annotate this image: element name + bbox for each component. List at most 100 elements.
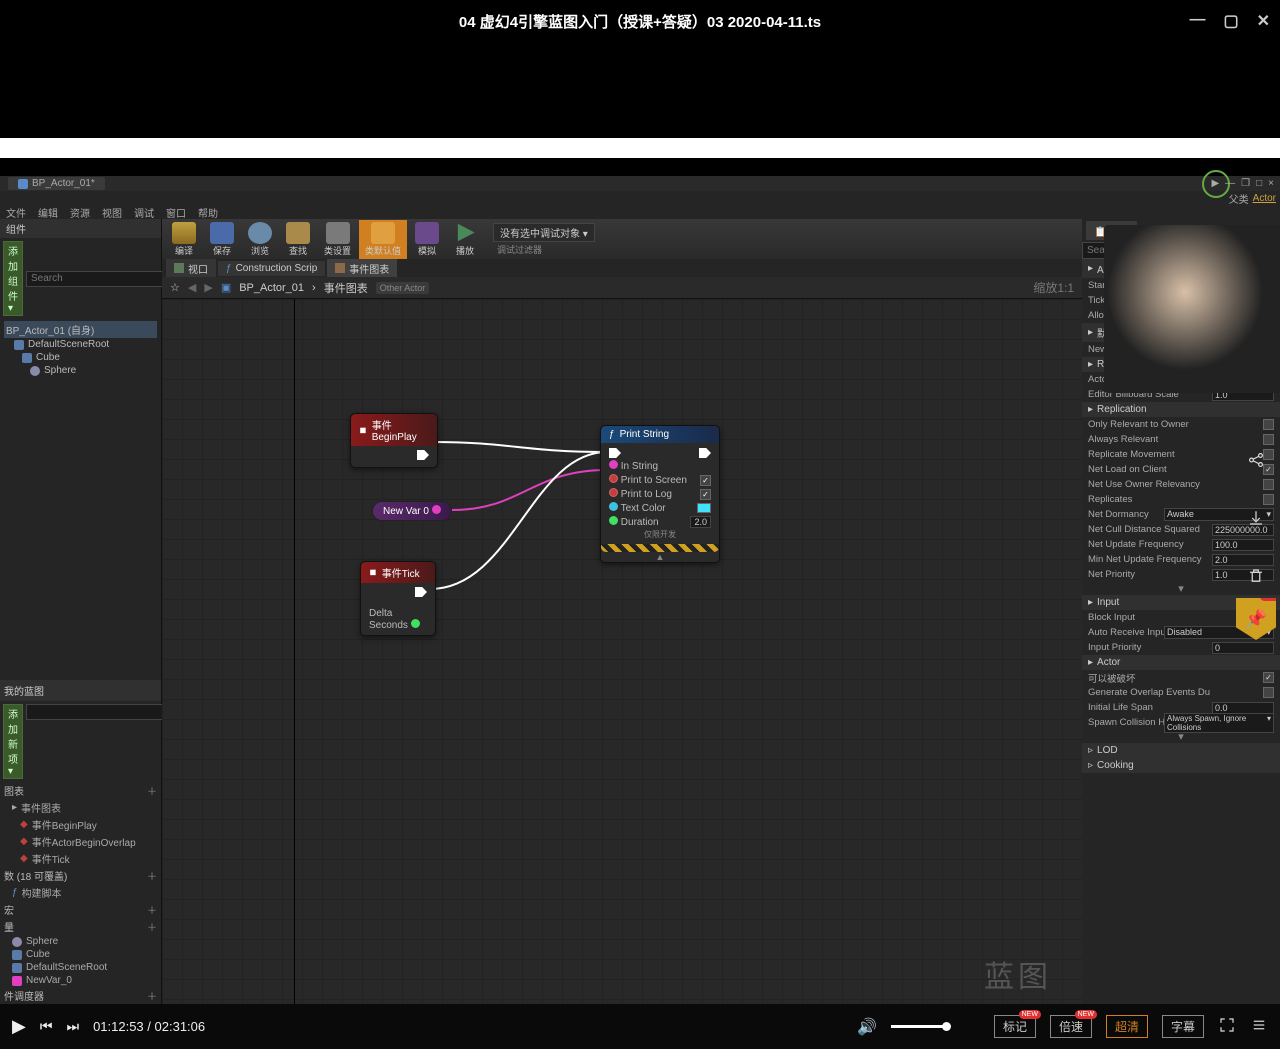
mark-button[interactable]: NEW标记 — [994, 1015, 1036, 1038]
var-cube[interactable]: Cube — [0, 948, 161, 961]
parent-class-link[interactable]: Actor — [1253, 193, 1276, 204]
nav-fav-icon[interactable]: ☆ — [170, 281, 180, 294]
debug-object-dropdown[interactable]: 没有选中调试对象 ▾ — [493, 223, 595, 242]
playlist-button[interactable] — [1250, 1016, 1268, 1037]
share-button[interactable] — [1238, 442, 1274, 478]
component-root[interactable]: BP_Actor_01 (自身) — [4, 321, 157, 338]
string-pin[interactable] — [609, 460, 618, 469]
delete-button[interactable] — [1238, 558, 1274, 594]
checkbox[interactable] — [1263, 687, 1274, 698]
add-function-icon[interactable]: ＋ — [147, 868, 157, 883]
simulate-button[interactable]: 模拟 — [409, 220, 445, 259]
macros-category[interactable]: 宏＋ — [0, 901, 161, 918]
section-lod[interactable]: ▹ LOD — [1082, 743, 1280, 758]
collapse-icon[interactable]: ▲ — [601, 552, 719, 562]
inner-restore-icon[interactable]: ❐ — [1241, 178, 1250, 189]
event-overlap-item[interactable]: ◆事件ActorBeginOverlap — [0, 833, 161, 850]
myblueprint-search[interactable] — [26, 704, 168, 720]
browse-button[interactable]: 浏览 — [242, 220, 278, 259]
node-beginplay[interactable]: ◆事件BeginPlay — [350, 413, 438, 468]
duration-field[interactable]: 2.0 — [690, 516, 711, 528]
node-printstring[interactable]: ƒPrint String In String Print to Screen✓… — [600, 425, 720, 563]
maximize-icon[interactable]: ▢ — [1223, 11, 1238, 31]
fullscreen-button[interactable] — [1218, 1016, 1236, 1037]
construction-script-item[interactable]: ƒ构建脚本 — [0, 884, 161, 901]
node-tick[interactable]: ◆事件Tick Delta Seconds — [360, 561, 436, 636]
checkbox[interactable] — [1263, 419, 1274, 430]
functions-category[interactable]: 数 (18 可覆盖)＋ — [0, 867, 161, 884]
exec-out-pin[interactable] — [699, 448, 711, 458]
section-replication[interactable]: ▸ Replication — [1082, 402, 1280, 417]
menu-debug[interactable]: 调试 — [134, 205, 154, 220]
subtitle-button[interactable]: 字幕 — [1162, 1015, 1204, 1038]
dispatchers-category[interactable]: 件调度器＋ — [0, 987, 161, 1004]
float-out-pin[interactable] — [411, 619, 420, 628]
volume-icon[interactable]: 🔊 — [857, 1017, 877, 1037]
exec-out-pin[interactable] — [415, 587, 427, 597]
download-button[interactable] — [1238, 500, 1274, 536]
find-button[interactable]: 查找 — [280, 220, 316, 259]
add-component-button[interactable]: 添加组件 ▾ — [3, 241, 23, 316]
component-cube[interactable]: Cube — [4, 351, 157, 364]
menu-edit[interactable]: 编辑 — [38, 205, 58, 220]
graphs-category[interactable]: 图表＋ — [0, 782, 161, 799]
event-tick-item[interactable]: ◆事件Tick — [0, 850, 161, 867]
inner-minimize-icon[interactable]: — — [1225, 178, 1235, 189]
exec-in-pin[interactable] — [609, 448, 621, 458]
menu-view[interactable]: 视图 — [102, 205, 122, 220]
var-scene-root[interactable]: DefaultSceneRoot — [0, 961, 161, 974]
variables-category[interactable]: 量＋ — [0, 918, 161, 935]
inner-close-icon[interactable]: × — [1268, 178, 1274, 189]
play-button[interactable]: 播放 — [447, 220, 483, 259]
component-sphere[interactable]: Sphere — [4, 364, 157, 377]
color-pin[interactable] — [609, 502, 618, 511]
float-pin[interactable] — [609, 516, 618, 525]
minimize-icon[interactable]: — — [1189, 11, 1205, 31]
checkbox[interactable]: ✓ — [700, 489, 711, 500]
compile-button[interactable]: 编译 — [166, 220, 202, 259]
var-out-pin[interactable] — [432, 505, 441, 514]
prev-button[interactable]: ⏮ — [40, 1018, 53, 1035]
menu-asset[interactable]: 资源 — [70, 205, 90, 220]
color-swatch[interactable] — [697, 503, 711, 513]
var-newvar[interactable]: NewVar_0 — [0, 974, 161, 987]
tab-construction[interactable]: ƒConstruction Scrip — [218, 261, 325, 276]
class-defaults-button[interactable]: 类默认值 — [359, 220, 407, 259]
save-button[interactable]: 保存 — [204, 220, 240, 259]
component-scene-root[interactable]: DefaultSceneRoot — [4, 338, 157, 351]
volume-slider[interactable] — [891, 1025, 946, 1028]
event-graph-item[interactable]: ▸ 事件图表 — [0, 799, 161, 816]
checkbox[interactable]: ✓ — [1263, 672, 1274, 683]
next-button[interactable]: ⏭ — [66, 1018, 79, 1035]
play-pause-button[interactable]: ▶ — [12, 1016, 26, 1037]
breadcrumb-graph[interactable]: 事件图表 — [324, 280, 368, 296]
video-viewport[interactable]: BP_Actor_01* ▶ — ❐ □ × 父类 Actor 文件 编辑 资源 — [0, 42, 1280, 1004]
var-sphere[interactable]: Sphere — [0, 935, 161, 948]
class-settings-button[interactable]: 类设置 — [318, 220, 357, 259]
nav-back-icon[interactable]: ◀ — [188, 281, 196, 294]
bool-pin[interactable] — [609, 474, 618, 483]
tab-viewport[interactable]: 视口 — [166, 259, 216, 278]
node-newvar[interactable]: New Var 0 — [372, 501, 452, 521]
menu-window[interactable]: 窗口 — [166, 205, 186, 220]
input-priority-field[interactable] — [1212, 642, 1274, 654]
blueprint-tab[interactable]: BP_Actor_01* — [8, 177, 105, 190]
exec-out-pin[interactable] — [417, 450, 429, 460]
add-graph-icon[interactable]: ＋ — [147, 783, 157, 798]
nav-fwd-icon[interactable]: ▶ — [204, 281, 212, 294]
blueprint-graph-canvas[interactable]: ◆事件BeginPlay New Var 0 ◆事件Tick Delta Sec… — [162, 299, 1082, 1004]
inner-play-icon[interactable]: ▶ — [1211, 178, 1219, 189]
myblueprint-add-button[interactable]: 添加新项 ▾ — [3, 704, 23, 779]
speed-button[interactable]: NEW倍速 — [1050, 1015, 1092, 1038]
event-beginplay-item[interactable]: ◆事件BeginPlay — [0, 816, 161, 833]
close-icon[interactable]: ✕ — [1257, 11, 1270, 31]
quality-button[interactable]: 超清 — [1106, 1015, 1148, 1038]
bool-pin[interactable] — [609, 488, 618, 497]
section-cooking[interactable]: ▹ Cooking — [1082, 758, 1280, 773]
tab-eventgraph[interactable]: 事件图表 — [327, 259, 397, 278]
menu-help[interactable]: 帮助 — [198, 205, 218, 220]
inner-maximize-icon[interactable]: □ — [1256, 178, 1262, 189]
menu-file[interactable]: 文件 — [6, 205, 26, 220]
components-search[interactable] — [26, 271, 168, 287]
checkbox[interactable]: ✓ — [700, 475, 711, 486]
